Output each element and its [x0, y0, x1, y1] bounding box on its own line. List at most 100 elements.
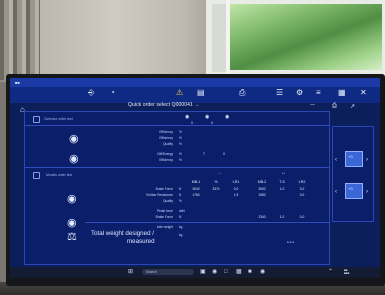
- chevron-right-icon[interactable]: ›: [366, 189, 368, 195]
- value-cell: 0.0: [233, 187, 239, 191]
- value-cell: 3040: [192, 187, 200, 191]
- value-cell: 1550: [258, 193, 266, 197]
- printer-icon[interactable]: ⎙: [239, 89, 245, 97]
- chevron-left-icon[interactable]: ‹: [335, 189, 337, 195]
- gauge-icon[interactable]: ◔: [110, 89, 115, 97]
- weight-icon: ⚖: [67, 231, 77, 243]
- row-label: Pedal force: [156, 209, 173, 213]
- browser-icon[interactable]: ◉: [212, 269, 217, 276]
- car-icon[interactable]: ⎆: [88, 89, 94, 97]
- window-title: Quick order select Q000041 →: [128, 102, 200, 108]
- curtain: [0, 0, 40, 80]
- column-header: MB-1: [191, 180, 201, 184]
- column-header: T-S: [279, 180, 285, 184]
- row-unit: daN: [179, 209, 185, 213]
- os-taskbar: ⊞ Search ▣ ◉ □ ▦ ■ ◉ ⌃ ■■ ■■■: [10, 267, 380, 278]
- menu-icon[interactable]: ≡: [316, 89, 321, 97]
- row-label: Rollbar Resistance: [146, 193, 173, 197]
- row-unit: %: [179, 158, 182, 162]
- measurement-panel: Oversize order test ◉ ◉ ◉ ◉ ◉ Efficiency…: [24, 111, 330, 265]
- list-icon[interactable]: ☰: [276, 89, 283, 97]
- value-cell: 1.0: [279, 187, 285, 191]
- grid-icon[interactable]: ▦: [338, 89, 346, 97]
- task-view-icon[interactable]: ▣: [200, 269, 206, 276]
- total-weight-unit: kg: [179, 233, 183, 237]
- brake-icon: ◉: [69, 153, 79, 165]
- value-cell: 3374: [212, 187, 220, 191]
- folder-icon[interactable]: □: [224, 269, 228, 276]
- brake-icon: ◉: [67, 217, 77, 229]
- value-cell: 0.0: [299, 187, 305, 191]
- toolbar: [10, 87, 380, 103]
- moulds-section-icon: [33, 172, 40, 179]
- minimize-button[interactable]: —: [310, 102, 315, 108]
- chevron-left-icon[interactable]: ‹: [335, 157, 337, 163]
- rear-axle-value: +0: [348, 186, 353, 191]
- col-tire-icon: ◉: [185, 114, 190, 120]
- divider: [25, 125, 329, 126]
- col-tire-icon: ◉: [205, 114, 210, 120]
- value-cell: 1.0: [279, 215, 285, 219]
- value-cell: 0: [223, 152, 225, 156]
- column-header: t-R1: [232, 180, 240, 184]
- row-label: Brake Force: [155, 187, 173, 191]
- col-car-icon: ↔: [217, 170, 222, 176]
- value-cell: 2340: [258, 215, 266, 219]
- total-weight-label-line2: measured: [127, 238, 155, 245]
- row-unit: N: [179, 215, 182, 219]
- app-icon[interactable]: ▦: [236, 269, 242, 276]
- value-cell: 1750: [192, 193, 200, 197]
- value-cell: 7: [203, 152, 205, 156]
- row-unit: %: [179, 142, 182, 146]
- row-label: Diff/Energy: [157, 152, 173, 156]
- row-label: Efficiency: [159, 130, 173, 134]
- row-unit: %: [179, 199, 182, 203]
- total-weight-label-line1: Total weight designed /: [91, 230, 154, 237]
- monitor: ■■ ⌂ ⎆ ◔ ⚠ ▤ ⎙ ☰ ⚙ ≡ ▦ ✕ Quick order sel…: [6, 74, 385, 286]
- start-icon[interactable]: ⊞: [128, 269, 133, 276]
- window-pane: [230, 4, 382, 70]
- row-label: Axle weight: [156, 225, 173, 229]
- row-label: Quality: [163, 199, 173, 203]
- chart-icon[interactable]: ▤: [197, 89, 205, 97]
- divider: [85, 222, 329, 223]
- column-header: %: [214, 180, 218, 184]
- front-axle-value: +0: [348, 154, 353, 159]
- tire-icon: ◉: [67, 193, 77, 205]
- column-header: MB-2: [257, 180, 267, 184]
- value-cell: 0.0: [299, 193, 305, 197]
- print-icon[interactable]: ⎙: [332, 103, 337, 110]
- column-header: t-R2: [298, 180, 306, 184]
- chevron-right-icon[interactable]: ›: [366, 157, 368, 163]
- tray-icon[interactable]: ⌃: [328, 269, 333, 276]
- col-car-icon: ↔: [281, 170, 286, 176]
- value-cell: 0.0: [299, 215, 305, 219]
- row-label: Efficiency: [159, 136, 173, 140]
- value-cell: 0: [211, 121, 213, 125]
- row-label: Quality: [163, 142, 173, 146]
- axle-gauge: ‹ › +0 ‹ › +0: [332, 126, 374, 222]
- section1-header: Oversize order test: [44, 117, 73, 121]
- row-unit: %: [179, 152, 182, 156]
- app-icon[interactable]: ◉: [260, 269, 265, 276]
- row-unit: %: [179, 136, 182, 140]
- window-pane-left: [212, 4, 226, 72]
- row-label: Brake Force: [155, 215, 173, 219]
- value-cell: 1.9: [233, 193, 239, 197]
- row-unit: N: [179, 193, 182, 197]
- warning-icon[interactable]: ⚠: [176, 89, 183, 97]
- settings-icon[interactable]: ⚙: [296, 89, 303, 97]
- divider: [25, 167, 329, 168]
- expand-icon[interactable]: ↗: [350, 103, 355, 110]
- app-top-bar: ■■: [10, 78, 380, 87]
- row-label: Efficiency: [159, 158, 173, 162]
- screen: ■■ ⌂ ⎆ ◔ ⚠ ▤ ⎙ ☰ ⚙ ≡ ▦ ✕ Quick order sel…: [10, 78, 380, 278]
- close-icon[interactable]: ✕: [360, 89, 367, 97]
- taskbar-clock[interactable]: ■■ ■■■: [344, 268, 349, 276]
- footnote: ■ ■ ■: [287, 240, 295, 244]
- value-cell: 3000: [258, 187, 266, 191]
- app-icon[interactable]: ■: [248, 269, 252, 276]
- taskbar-search[interactable]: Search: [142, 269, 194, 275]
- app-brand-mark: ■■: [15, 80, 20, 85]
- row-unit: N: [179, 187, 182, 191]
